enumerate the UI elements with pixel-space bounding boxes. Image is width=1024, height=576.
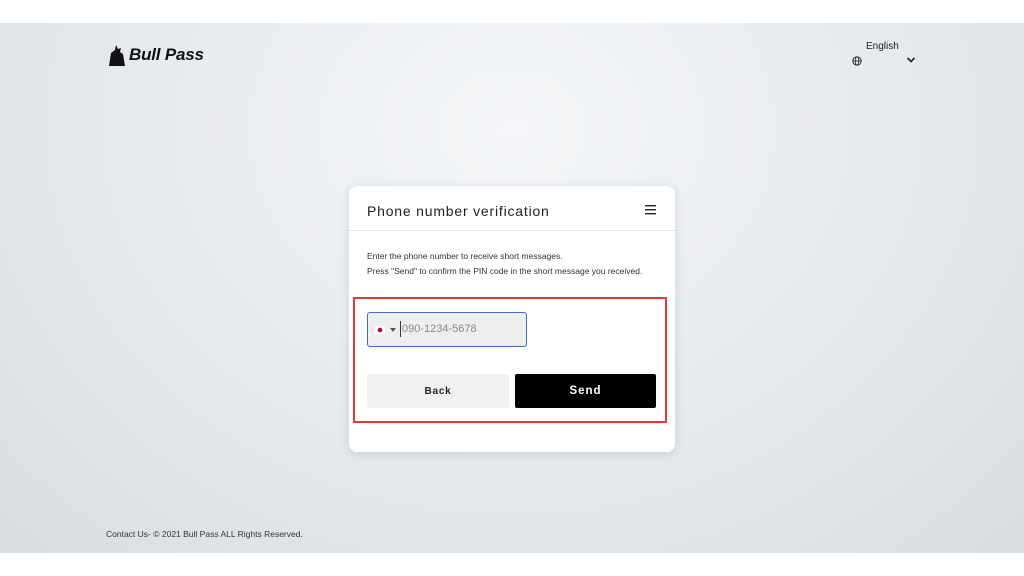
caret-down-icon[interactable] xyxy=(390,328,396,332)
page-background: Bull Pass English Phone number verificat… xyxy=(0,23,1024,553)
phone-input[interactable] xyxy=(400,321,520,337)
footer-text: Contact Us- © 2021 Bull Pass ALL Rights … xyxy=(106,529,303,539)
japan-flag-icon[interactable] xyxy=(375,325,385,335)
instruction-line: Enter the phone number to receive short … xyxy=(367,251,563,261)
language-label: English xyxy=(866,41,899,52)
brand-logo[interactable]: Bull Pass xyxy=(106,44,204,66)
brand-name: Bull Pass xyxy=(129,45,204,64)
verification-card: Phone number verification Enter the phon… xyxy=(349,186,675,452)
phone-number-field[interactable] xyxy=(367,312,527,347)
globe-icon xyxy=(852,56,862,66)
bull-logo-icon xyxy=(109,45,125,66)
language-selector[interactable]: English xyxy=(852,41,918,71)
card-title: Phone number verification xyxy=(367,203,550,219)
card-header: Phone number verification xyxy=(349,186,675,231)
instructions-text: Enter the phone number to receive short … xyxy=(367,249,657,279)
send-button[interactable]: Send xyxy=(515,374,656,408)
instruction-line: Press "Send" to confirm the PIN code in … xyxy=(367,266,643,276)
back-button[interactable]: Back xyxy=(367,374,509,408)
hamburger-menu-icon[interactable] xyxy=(645,204,656,215)
chevron-down-icon[interactable] xyxy=(906,56,916,64)
